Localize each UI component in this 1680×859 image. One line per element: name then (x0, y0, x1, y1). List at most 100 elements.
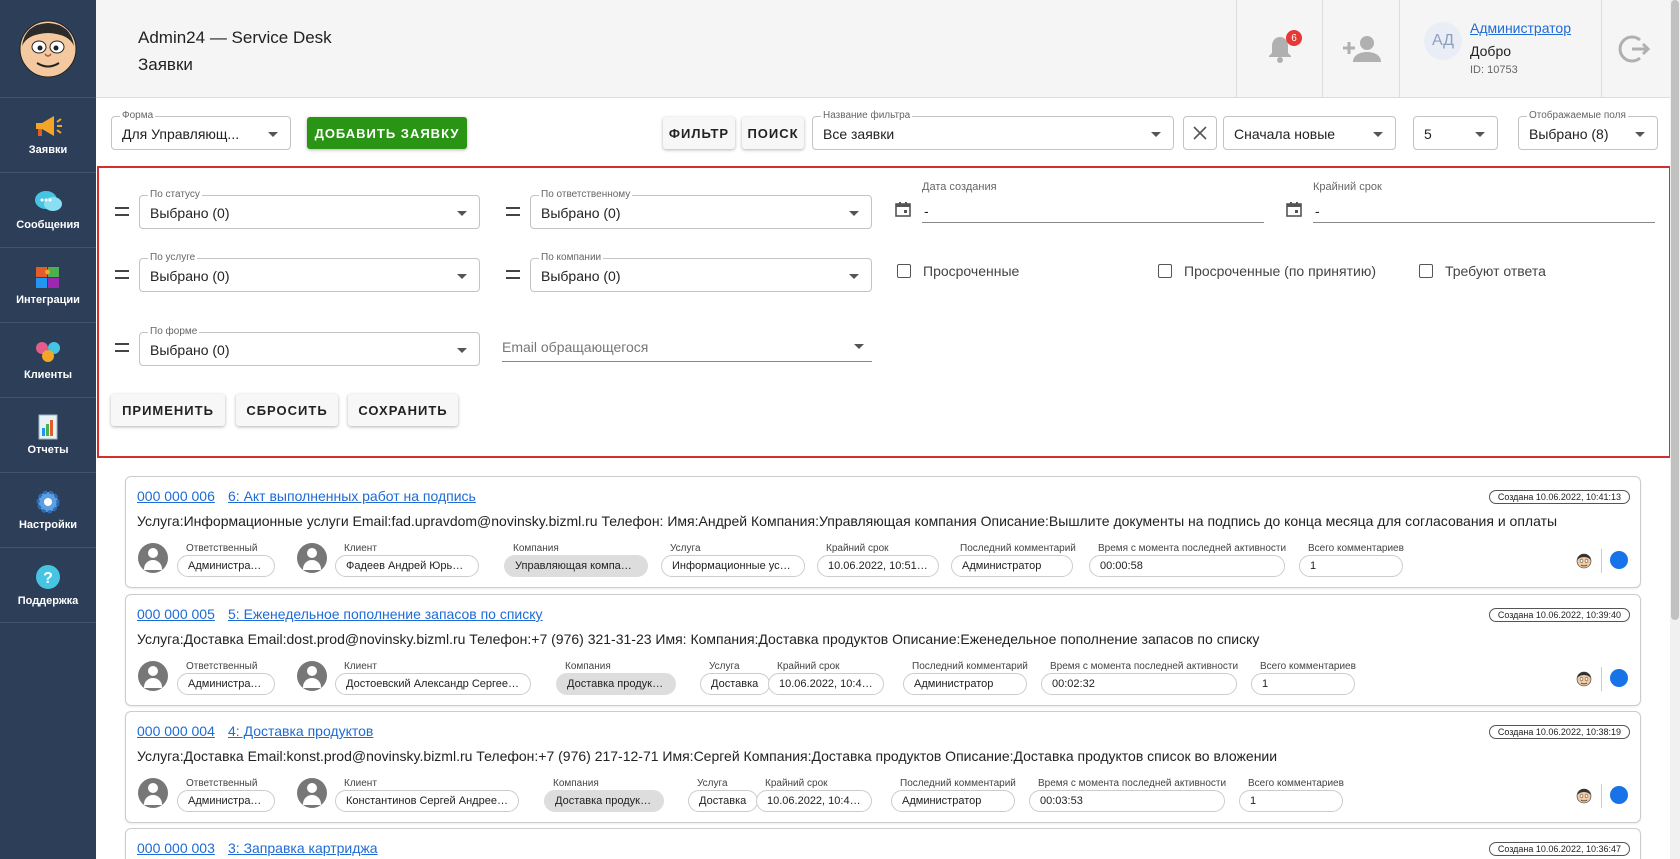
meta-value: 00:02:32 (1041, 673, 1237, 695)
logout-button[interactable] (1601, 0, 1666, 98)
filter-button[interactable]: ФИЛЬТР (663, 117, 735, 149)
ticket-number-link[interactable]: 000 000 006 (137, 488, 215, 504)
meta-label: Ответственный (186, 661, 258, 672)
need-reply-checkbox[interactable]: Требуют ответа (1419, 263, 1546, 279)
person-icon (297, 543, 327, 573)
gear-icon (36, 490, 60, 514)
ticket-number-link[interactable]: 000 000 003 (137, 840, 215, 856)
chevron-down-icon (1151, 132, 1161, 137)
meta-label: Услуга (709, 661, 740, 672)
apply-button[interactable]: ПРИМЕНИТЬ (111, 394, 225, 426)
save-button[interactable]: СОХРАНИТЬ (348, 394, 458, 426)
meta-label: Последний комментарий (960, 543, 1076, 554)
status-filter-select[interactable]: По статусу Выбрано (0) (139, 189, 480, 229)
clear-filter-button[interactable] (1183, 116, 1217, 150)
sidebar-item-requests[interactable]: Заявки (0, 98, 96, 173)
ticket-number-link[interactable]: 000 000 004 (137, 723, 215, 739)
per-page-select[interactable]: 5 (1413, 116, 1498, 150)
assignee-face-icon (1576, 553, 1592, 569)
add-user-button[interactable] (1322, 0, 1399, 98)
person-icon (138, 778, 168, 808)
form-select[interactable]: Форма Для Управляющ... (111, 110, 291, 150)
responsible-filter-label: По ответственному (539, 189, 633, 201)
divider (1601, 549, 1602, 573)
chevron-down-icon (849, 274, 859, 279)
meta-value: Администратор (177, 790, 275, 812)
overdue-checkbox[interactable]: Просроченные (897, 263, 1019, 279)
search-button[interactable]: ПОИСК (742, 117, 804, 149)
company-filter-select[interactable]: По компании Выбрано (0) (530, 252, 872, 292)
filter-name-select[interactable]: Название фильтра Все заявки (812, 110, 1174, 150)
sidebar-item-label: Поддержка (17, 595, 79, 607)
ticket-description: Услуга:Доставка Email:dost.prod@novinsky… (137, 631, 1260, 647)
add-user-icon (1343, 36, 1381, 62)
meta-value: 1 (1251, 673, 1355, 695)
calendar-icon[interactable] (1286, 201, 1302, 217)
notifications-button[interactable]: 6 (1236, 0, 1322, 98)
ticket-card[interactable]: 000 000 005 5: Еженедельное пополнение з… (125, 594, 1641, 706)
logo[interactable] (0, 0, 96, 98)
meta-value: Константинов Сергей Андреевич (335, 790, 519, 812)
filter-name-value: Все заявки (823, 126, 895, 142)
ticket-card[interactable]: 000 000 003 3: Заправка картриджа Создан… (125, 828, 1641, 859)
avatar: АД (1424, 22, 1462, 60)
ticket-title-link[interactable]: 5: Еженедельное пополнение запасов по сп… (228, 606, 543, 622)
scrollbar-thumb[interactable] (1671, 0, 1679, 620)
sidebar-item-label: Клиенты (23, 369, 72, 381)
meta-label: Услуга (697, 778, 728, 789)
notification-badge: 6 (1286, 30, 1302, 46)
responsible-filter-select[interactable]: По ответственному Выбрано (0) (530, 189, 872, 229)
chevron-down-icon (457, 274, 467, 279)
sidebar-item-settings[interactable]: Настройки (0, 473, 96, 548)
calendar-icon[interactable] (895, 201, 911, 217)
ticket-title-link[interactable]: 4: Доставка продуктов (228, 723, 373, 739)
meta-value: Администратор (903, 673, 1027, 695)
created-date-field[interactable]: Дата создания - (922, 181, 1264, 223)
meta-value: 10.06.2022, 10:49:00 (768, 673, 884, 695)
chevron-down-icon (1635, 132, 1645, 137)
user-block: АД Администратор Добро ID: 10753 (1399, 0, 1601, 98)
ticket-title-link[interactable]: 3: Заправка картриджа (228, 840, 378, 856)
form-filter-select[interactable]: По форме Выбрано (0) (139, 326, 480, 366)
displayed-fields-select[interactable]: Отображаемые поля Выбрано (8) (1518, 110, 1658, 150)
created-date-value: - (924, 203, 929, 219)
status-filter-label: По статусу (148, 189, 202, 201)
add-request-button[interactable]: ДОБАВИТЬ ЗАЯВКУ (307, 117, 467, 149)
sidebar-item-integrations[interactable]: Интеграции (0, 248, 96, 323)
ticket-card[interactable]: 000 000 004 4: Доставка продуктов Создан… (125, 711, 1641, 823)
person-icon (297, 778, 327, 808)
logout-icon (1618, 35, 1650, 63)
deadline-field[interactable]: Крайний срок - (1313, 181, 1655, 223)
email-filter-input[interactable]: Email обращающегося (502, 330, 872, 362)
sidebar: Заявки Сообщения Интеграции Клиенты Отче… (0, 0, 96, 859)
sidebar-item-support[interactable]: ? Поддержка (0, 548, 96, 623)
per-page-value: 5 (1424, 126, 1432, 142)
overdue-acceptance-checkbox[interactable]: Просроченные (по принятию) (1158, 263, 1376, 279)
app-title: Admin24 — Service Desk (138, 28, 332, 47)
ticket-title-link[interactable]: 6: Акт выполненных работ на подпись (228, 488, 476, 504)
sidebar-item-clients[interactable]: Клиенты (0, 323, 96, 398)
status-filter-value: Выбрано (0) (150, 205, 230, 221)
user-name-link[interactable]: Администратор (1470, 20, 1571, 36)
meta-label: Компания (553, 778, 599, 789)
scrollbar[interactable] (1670, 0, 1680, 859)
status-dot (1610, 551, 1628, 569)
service-filter-select[interactable]: По услуге Выбрано (0) (139, 252, 480, 292)
meta-value: 10.06.2022, 10:48:00 (756, 790, 872, 812)
meta-label: Ответственный (186, 543, 258, 554)
sidebar-item-reports[interactable]: Отчеты (0, 398, 96, 473)
meta-label: Последний комментарий (912, 661, 1028, 672)
person-icon (297, 661, 327, 691)
sidebar-item-messages[interactable]: Сообщения (0, 173, 96, 248)
meta-value: Администратор (951, 555, 1073, 577)
meta-value: Администратор (177, 555, 275, 577)
reset-button[interactable]: СБРОСИТЬ (236, 394, 338, 426)
equals-icon (506, 207, 520, 216)
ticket-number-link[interactable]: 000 000 005 (137, 606, 215, 622)
chevron-down-icon (268, 132, 278, 137)
assignee-face-icon (1576, 788, 1592, 804)
sidebar-item-label: Настройки (18, 519, 78, 531)
sort-select[interactable]: Сначала новые (1223, 116, 1396, 150)
status-dot (1610, 669, 1628, 687)
ticket-card[interactable]: 000 000 006 6: Акт выполненных работ на … (125, 476, 1641, 588)
